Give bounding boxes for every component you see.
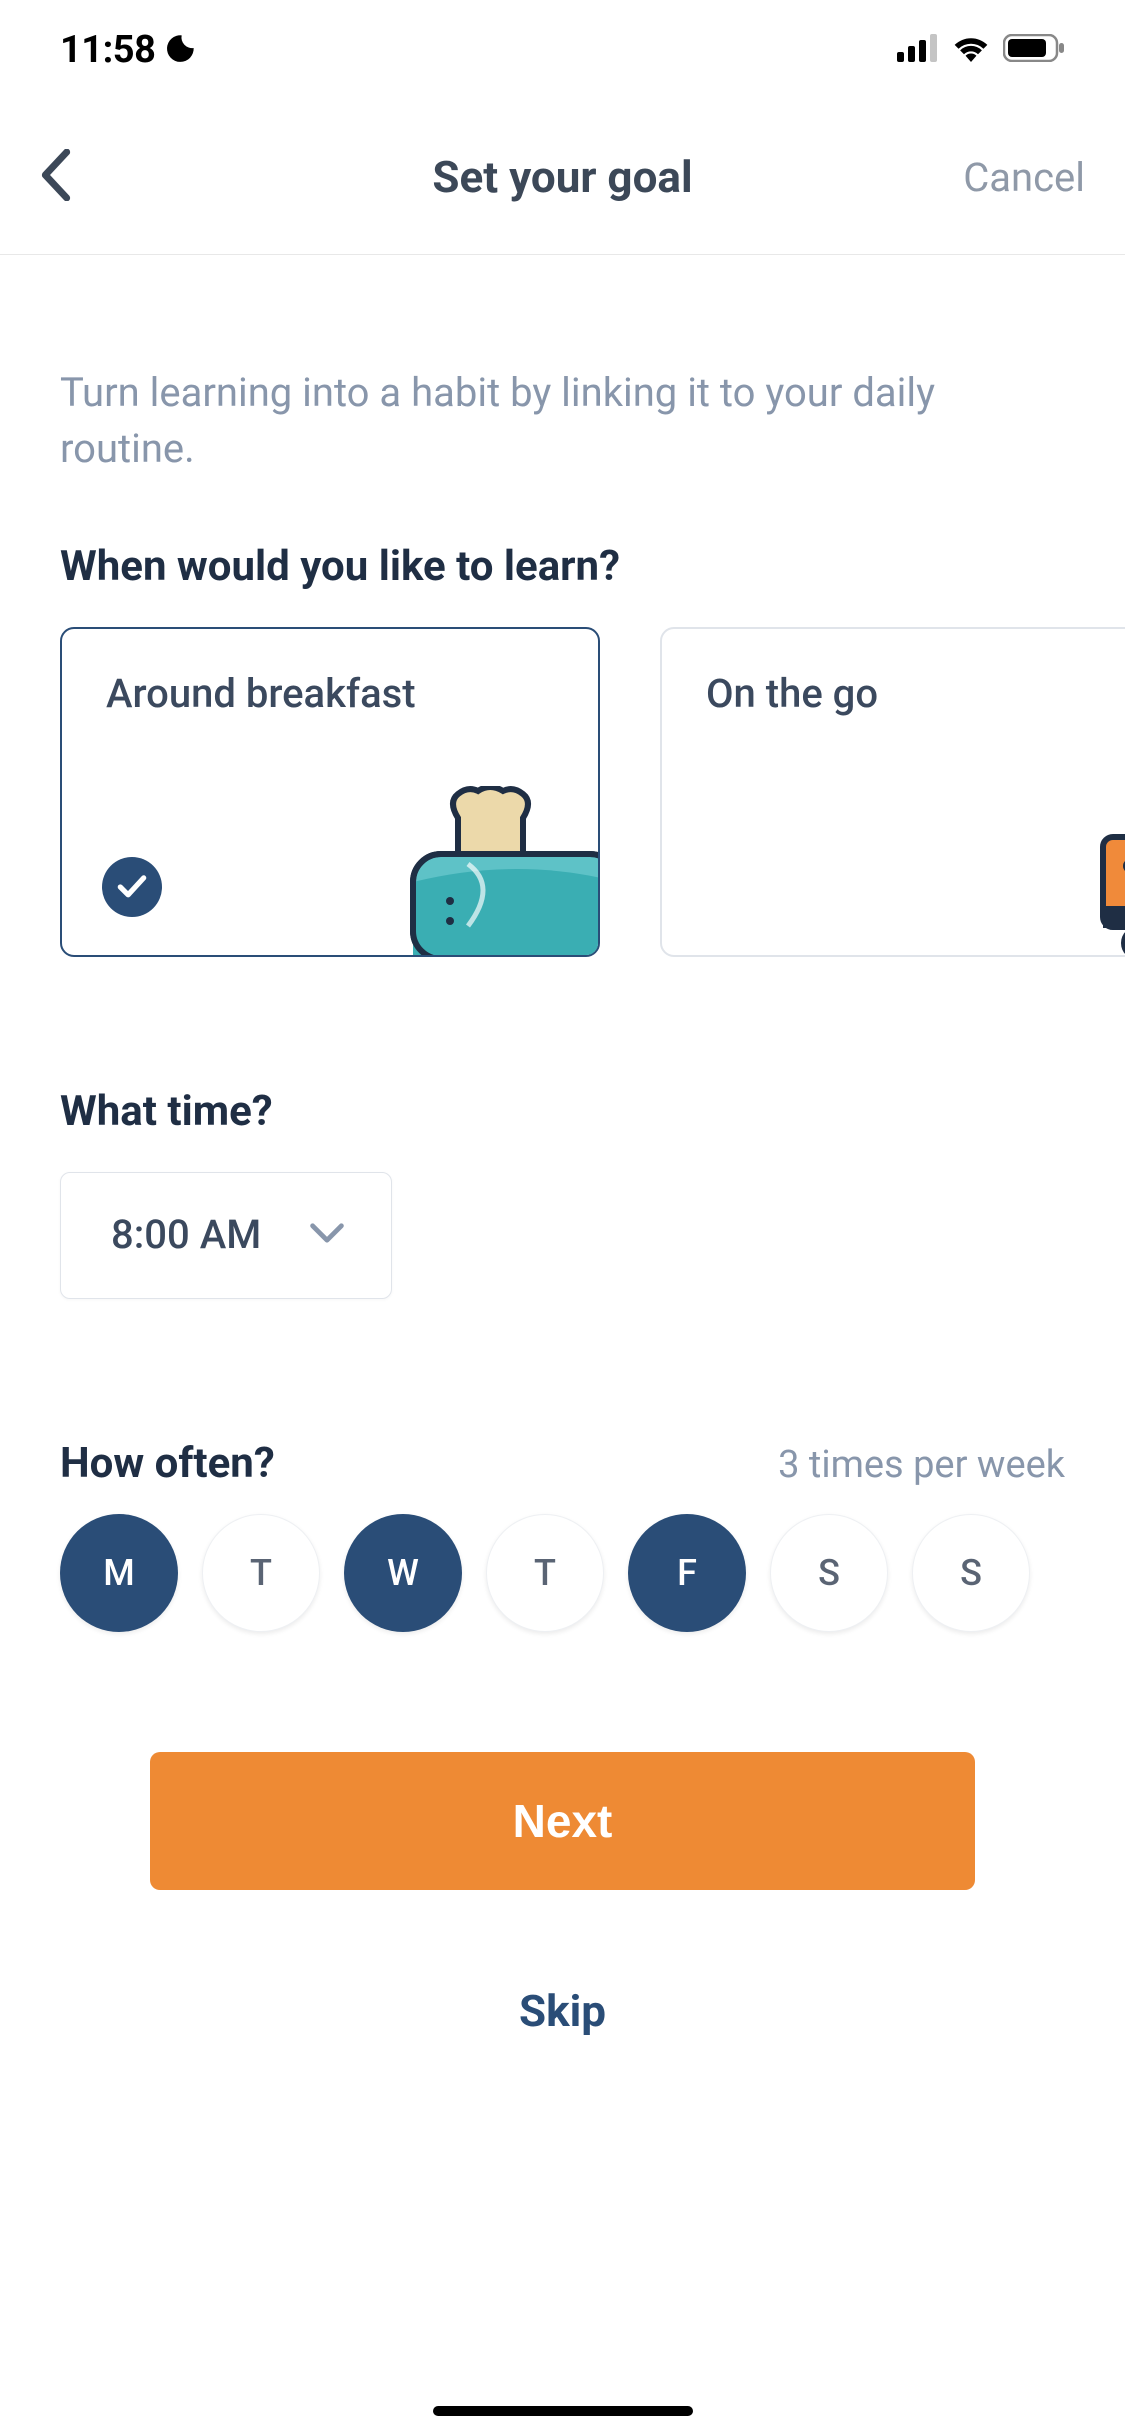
back-button[interactable] xyxy=(30,139,82,215)
option-cards: Around breakfast On the go xyxy=(60,627,1065,957)
status-time: 11:58 xyxy=(60,28,155,72)
option-breakfast[interactable]: Around breakfast xyxy=(60,627,600,957)
day-toggle-0[interactable]: M xyxy=(60,1514,178,1632)
day-toggle-5[interactable]: S xyxy=(770,1514,888,1632)
day-toggle-6[interactable]: S xyxy=(912,1514,1030,1632)
option-label: On the go xyxy=(706,667,1125,721)
day-toggle-2[interactable]: W xyxy=(344,1514,462,1632)
question-time: What time? xyxy=(60,1087,1065,1136)
day-toggle-1[interactable]: T xyxy=(202,1514,320,1632)
status-bar: 11:58 xyxy=(0,0,1125,100)
option-on-the-go[interactable]: On the go xyxy=(660,627,1125,957)
dnd-icon xyxy=(165,32,197,68)
cellular-icon xyxy=(897,34,939,66)
nav-bar: Set your goal Cancel xyxy=(0,100,1125,255)
battery-icon xyxy=(1003,34,1065,66)
cancel-button[interactable]: Cancel xyxy=(963,154,1095,201)
page-title: Set your goal xyxy=(432,151,692,203)
bus-icon xyxy=(1098,811,1125,957)
day-toggle-4[interactable]: F xyxy=(628,1514,746,1632)
option-label: Around breakfast xyxy=(106,667,554,721)
next-button[interactable]: Next xyxy=(150,1752,975,1890)
intro-text: Turn learning into a habit by linking it… xyxy=(60,365,1065,477)
days-row: MTWTFSS xyxy=(60,1514,1065,1632)
often-summary: 3 times per week xyxy=(778,1443,1065,1487)
day-toggle-3[interactable]: T xyxy=(486,1514,604,1632)
question-when: When would you like to learn? xyxy=(60,542,1065,591)
time-value: 8:00 AM xyxy=(111,1211,261,1258)
time-picker[interactable]: 8:00 AM xyxy=(60,1172,392,1299)
home-indicator xyxy=(433,2406,693,2416)
check-icon xyxy=(102,857,162,917)
wifi-icon xyxy=(951,34,991,66)
chevron-down-icon xyxy=(309,1222,345,1248)
question-often: How often? xyxy=(60,1439,275,1488)
toaster-icon xyxy=(408,786,600,957)
skip-button[interactable]: Skip xyxy=(150,1985,975,2037)
